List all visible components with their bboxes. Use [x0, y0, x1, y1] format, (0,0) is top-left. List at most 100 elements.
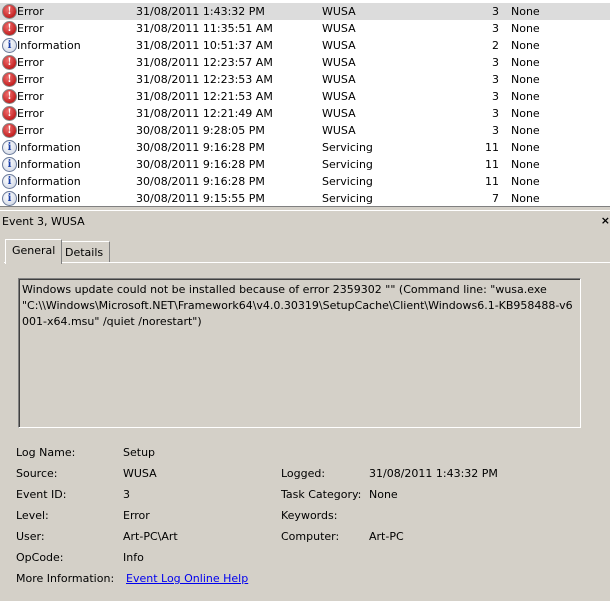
event-row[interactable]: i Information 31/08/2011 10:51:37 AM WUS…: [0, 37, 610, 54]
date-cell: 31/08/2011 10:51:37 AM: [136, 39, 273, 52]
logged-value: 31/08/2011 1:43:32 PM: [369, 467, 498, 480]
date-cell: 31/08/2011 1:43:32 PM: [136, 5, 265, 18]
source-cell: Servicing: [322, 158, 373, 171]
tab-details[interactable]: Details: [58, 241, 111, 263]
event-row[interactable]: i Information 30/08/2011 9:15:55 PM Serv…: [0, 190, 610, 206]
task-category-cell: None: [511, 107, 540, 120]
source-cell: WUSA: [322, 124, 356, 137]
event-row[interactable]: ! Error 31/08/2011 12:21:49 AM WUSA 3 No…: [0, 105, 610, 122]
level-cell: Error: [17, 107, 44, 120]
date-cell: 31/08/2011 12:23:53 AM: [136, 73, 273, 86]
event-description[interactable]: Windows update could not be installed be…: [18, 278, 581, 428]
info-icon: i: [2, 140, 17, 155]
event-row[interactable]: ! Error 31/08/2011 11:35:51 AM WUSA 3 No…: [0, 20, 610, 37]
event-row[interactable]: i Information 30/08/2011 9:16:28 PM Serv…: [0, 173, 610, 190]
keywords-label: Keywords:: [281, 509, 338, 522]
event-id-cell: 11: [485, 158, 499, 171]
event-id-label: Event ID:: [16, 488, 67, 501]
level-cell: Error: [17, 5, 44, 18]
event-id-cell: 2: [492, 39, 499, 52]
date-cell: 30/08/2011 9:28:05 PM: [136, 124, 265, 137]
event-id-cell: 3: [492, 124, 499, 137]
event-id-cell: 11: [485, 141, 499, 154]
date-cell: 31/08/2011 12:23:57 AM: [136, 56, 273, 69]
source-value: WUSA: [123, 467, 157, 480]
error-icon: !: [2, 89, 17, 104]
level-cell: Error: [17, 22, 44, 35]
error-icon: !: [2, 4, 17, 19]
task-category-cell: None: [511, 5, 540, 18]
more-info-label: More Information:: [16, 572, 115, 585]
task-category-cell: None: [511, 90, 540, 103]
event-row[interactable]: ! Error 31/08/2011 12:23:53 AM WUSA 3 No…: [0, 71, 610, 88]
opcode-value: Info: [123, 551, 144, 564]
level-label: Level:: [16, 509, 49, 522]
task-category-cell: None: [511, 39, 540, 52]
event-row[interactable]: i Information 30/08/2011 9:16:28 PM Serv…: [0, 139, 610, 156]
source-cell: WUSA: [322, 90, 356, 103]
source-cell: WUSA: [322, 22, 356, 35]
tab-general[interactable]: General: [5, 239, 63, 264]
event-id-cell: 7: [492, 192, 499, 205]
event-id-cell: 3: [492, 5, 499, 18]
error-icon: !: [2, 72, 17, 87]
event-list[interactable]: ! Error 31/08/2011 1:43:32 PM WUSA 3 Non…: [0, 0, 610, 207]
error-icon: !: [2, 21, 17, 36]
event-id-cell: 11: [485, 175, 499, 188]
event-id-cell: 3: [492, 73, 499, 86]
event-id-value: 3: [123, 488, 130, 501]
level-cell: Information: [17, 192, 81, 205]
task-category-cell: None: [511, 175, 540, 188]
task-category-cell: None: [511, 141, 540, 154]
event-log-online-help-link[interactable]: Event Log Online Help: [126, 572, 248, 585]
task-category-cell: None: [511, 192, 540, 205]
close-icon[interactable]: ×: [601, 210, 610, 232]
level-cell: Information: [17, 39, 81, 52]
level-cell: Information: [17, 158, 81, 171]
date-cell: 31/08/2011 12:21:49 AM: [136, 107, 273, 120]
task-category-cell: None: [511, 73, 540, 86]
source-cell: WUSA: [322, 73, 356, 86]
error-icon: !: [2, 106, 17, 121]
detail-header: Event 3, WUSA: [0, 210, 610, 232]
user-value: Art-PC\Art: [123, 530, 178, 543]
computer-label: Computer:: [281, 530, 340, 543]
event-row[interactable]: ! Error 31/08/2011 12:21:53 AM WUSA 3 No…: [0, 88, 610, 105]
level-cell: Error: [17, 124, 44, 137]
level-value: Error: [123, 509, 150, 522]
date-cell: 31/08/2011 11:35:51 AM: [136, 22, 273, 35]
source-cell: Servicing: [322, 175, 373, 188]
task-category-cell: None: [511, 56, 540, 69]
event-row[interactable]: ! Error 31/08/2011 12:23:57 AM WUSA 3 No…: [0, 54, 610, 71]
error-icon: !: [2, 123, 17, 138]
source-cell: WUSA: [322, 56, 356, 69]
source-cell: WUSA: [322, 39, 356, 52]
source-cell: Servicing: [322, 192, 373, 205]
logged-label: Logged:: [281, 467, 326, 480]
event-row[interactable]: ! Error 31/08/2011 1:43:32 PM WUSA 3 Non…: [0, 3, 610, 20]
event-row[interactable]: i Information 30/08/2011 9:16:28 PM Serv…: [0, 156, 610, 173]
source-cell: WUSA: [322, 107, 356, 120]
info-icon: i: [2, 157, 17, 172]
source-label: Source:: [16, 467, 58, 480]
date-cell: 30/08/2011 9:16:28 PM: [136, 158, 265, 171]
date-cell: 30/08/2011 9:16:28 PM: [136, 141, 265, 154]
date-cell: 30/08/2011 9:15:55 PM: [136, 192, 265, 205]
task-category-label: Task Category:: [281, 488, 362, 501]
task-category-cell: None: [511, 22, 540, 35]
info-icon: i: [2, 174, 17, 189]
log-name-label: Log Name:: [16, 446, 76, 459]
info-icon: i: [2, 38, 17, 53]
source-cell: WUSA: [322, 5, 356, 18]
computer-value: Art-PC: [369, 530, 404, 543]
task-category-cell: None: [511, 124, 540, 137]
opcode-label: OpCode:: [16, 551, 64, 564]
date-cell: 31/08/2011 12:21:53 AM: [136, 90, 273, 103]
event-row[interactable]: ! Error 30/08/2011 9:28:05 PM WUSA 3 Non…: [0, 122, 610, 139]
tab-divider: [4, 262, 610, 263]
event-id-cell: 3: [492, 107, 499, 120]
event-id-cell: 3: [492, 22, 499, 35]
source-cell: Servicing: [322, 141, 373, 154]
level-cell: Error: [17, 56, 44, 69]
level-cell: Error: [17, 73, 44, 86]
